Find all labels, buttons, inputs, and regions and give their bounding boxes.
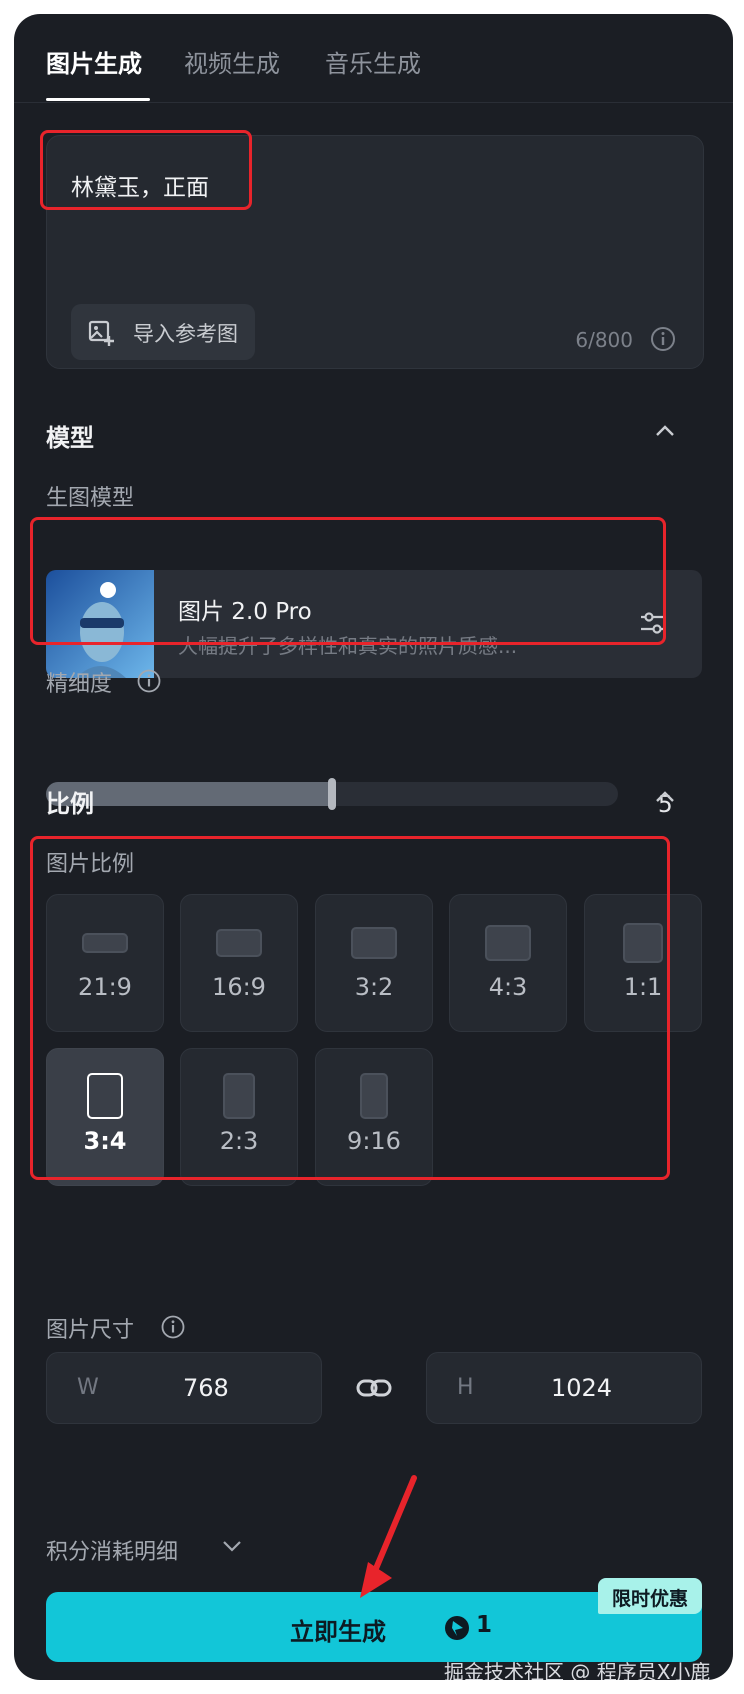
info-icon[interactable] <box>136 668 162 694</box>
image-model-label: 生图模型 <box>46 486 135 511</box>
width-value[interactable]: 768 <box>183 1374 229 1402</box>
model-highlight <box>30 517 666 645</box>
credit-icon <box>445 1616 469 1640</box>
image-size-label: 图片尺寸 <box>46 1318 135 1343</box>
char-count: 6/800 <box>575 328 633 352</box>
detail-slider[interactable] <box>46 778 618 810</box>
width-prefix: W <box>77 1375 99 1400</box>
import-reference-label: 导入参考图 <box>133 322 238 346</box>
detail-slider-handle[interactable] <box>328 778 336 810</box>
model-section-title: 模型 <box>46 424 94 452</box>
link-icon[interactable] <box>356 1374 392 1402</box>
image-add-icon <box>88 320 114 346</box>
credit-consumption-details[interactable]: 积分消耗明细 <box>46 1534 178 1566</box>
active-tab-indicator <box>46 98 150 101</box>
ratio-section-title: 比例 <box>46 790 94 818</box>
tab-bar: 图片生成 视频生成 音乐生成 <box>14 14 733 103</box>
chevron-down-icon[interactable] <box>222 1539 242 1553</box>
generate-label: 立即生成 <box>290 1618 386 1646</box>
chevron-up-icon[interactable] <box>655 424 675 438</box>
red-arrow-annotation <box>360 1475 417 1598</box>
generation-panel: 图片生成 视频生成 音乐生成 林黛玉，正面 导入参考图 6/800 模型 生图模… <box>14 14 733 1680</box>
height-value[interactable]: 1024 <box>551 1374 612 1402</box>
height-prefix: H <box>457 1375 474 1400</box>
import-reference-button[interactable]: 导入参考图 <box>71 304 255 360</box>
watermark: 掘金技术社区 @ 程序员X小鹿 <box>444 1660 711 1680</box>
detail-level-label: 精细度 <box>46 672 113 697</box>
ratio-highlight <box>30 836 670 1180</box>
info-icon[interactable] <box>160 1314 186 1340</box>
prompt-highlight <box>40 130 252 210</box>
limited-offer-badge: 限时优惠 <box>598 1578 702 1614</box>
chevron-up-icon[interactable] <box>655 790 675 804</box>
tab-video-generation[interactable]: 视频生成 <box>184 44 280 79</box>
info-icon[interactable] <box>649 325 677 353</box>
promo-label: 限时优惠 <box>611 1588 688 1610</box>
generate-cost: 1 <box>476 1612 493 1638</box>
tab-image-generation[interactable]: 图片生成 <box>46 44 142 79</box>
width-input[interactable]: W 768 <box>46 1352 322 1424</box>
tab-music-generation[interactable]: 音乐生成 <box>325 44 421 79</box>
height-input[interactable]: H 1024 <box>426 1352 702 1424</box>
